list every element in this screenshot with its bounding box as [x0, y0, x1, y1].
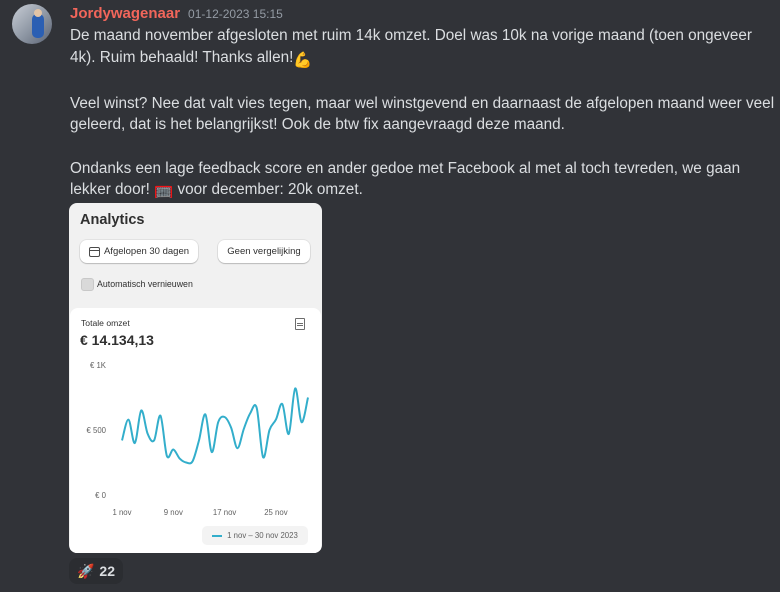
- avatar-figure: [32, 14, 44, 38]
- chart-legend: 1 nov – 30 nov 2023: [202, 526, 308, 545]
- message-text-3b: voor december: 20k omzet.: [177, 181, 363, 199]
- goal-net-emoji-icon: 🥅: [154, 184, 174, 202]
- metric-value: € 14.134,13: [80, 332, 154, 348]
- data-point: [211, 451, 213, 453]
- data-point: [179, 458, 181, 460]
- data-point: [307, 397, 309, 399]
- data-point: [262, 456, 264, 458]
- data-point: [281, 403, 283, 405]
- data-point: [185, 462, 187, 464]
- x-tick-label: 17 nov: [213, 508, 237, 517]
- data-point: [147, 433, 149, 435]
- data-point: [301, 421, 303, 423]
- analytics-screenshot-attachment[interactable]: Analytics Afgelopen 30 dagen Geen vergel…: [69, 203, 322, 553]
- x-tick-label: 25 nov: [264, 508, 288, 517]
- message-paragraph-2: Veel winst? Nee dat valt vies tegen, maa…: [70, 94, 775, 134]
- rocket-emoji-icon: 🚀: [76, 562, 95, 579]
- data-point: [230, 426, 232, 428]
- data-point: [198, 439, 200, 441]
- auto-refresh-checkbox[interactable]: [81, 278, 94, 291]
- comparison-label: Geen vergelijking: [227, 246, 301, 257]
- data-point: [134, 442, 136, 444]
- data-point: [192, 460, 194, 462]
- data-point: [256, 407, 258, 409]
- date-range-label: Afgelopen 30 dagen: [103, 246, 190, 257]
- y-tick-label: € 1K: [90, 361, 107, 370]
- message-header: Jordywagenaar 01-12-2023 15:15: [70, 5, 283, 27]
- timestamp[interactable]: 01-12-2023 15:15: [188, 7, 283, 21]
- reaction-count: 22: [99, 563, 115, 579]
- message-paragraph-1: De maand november afgesloten met ruim 14…: [70, 25, 775, 71]
- data-point: [121, 439, 123, 441]
- revenue-panel: Totale omzet € 14.134,13 € 0 € 500 € 1K 1 n…: [70, 308, 321, 553]
- x-tick-label: 9 nov: [164, 508, 183, 517]
- data-point: [224, 416, 226, 418]
- data-point: [243, 428, 245, 430]
- legend-swatch: [212, 534, 223, 537]
- data-point: [269, 429, 271, 431]
- message-text-1: De maand november afgesloten met ruim 14…: [70, 27, 752, 66]
- data-point: [127, 419, 129, 421]
- message-paragraph-3: Ondanks een lage feedback score en ander…: [70, 158, 775, 204]
- y-tick-label: € 500: [86, 426, 106, 435]
- revenue-line-chart: € 0 € 500 € 1K 1 nov 9 nov 17 nov 25 nov: [86, 361, 309, 517]
- data-point: [249, 412, 251, 414]
- data-point: [217, 421, 219, 423]
- data-point: [288, 433, 290, 435]
- date-range-button[interactable]: Afgelopen 30 dagen: [80, 240, 198, 263]
- message-body: De maand november afgesloten met ruim 14…: [70, 25, 775, 204]
- export-report-icon[interactable]: [295, 318, 305, 330]
- data-point: [166, 455, 168, 457]
- avatar-head: [34, 9, 42, 17]
- metric-label: Totale omzet: [81, 318, 130, 328]
- data-point: [153, 439, 155, 441]
- calendar-icon: [88, 246, 100, 257]
- flexed-biceps-emoji-icon: 💪: [293, 51, 313, 69]
- legend-label: 1 nov – 30 nov 2023: [227, 531, 298, 540]
- x-tick-label: 1 nov: [112, 508, 131, 517]
- comparison-button[interactable]: Geen vergelijking: [218, 240, 310, 263]
- data-point: [236, 447, 238, 449]
- data-point: [172, 449, 174, 451]
- revenue-series-line: [121, 387, 309, 465]
- data-point: [204, 413, 206, 415]
- data-point: [140, 410, 142, 412]
- data-point: [294, 387, 296, 389]
- username[interactable]: Jordywagenaar: [70, 5, 180, 22]
- analytics-title: Analytics: [80, 212, 145, 228]
- y-tick-label: € 0: [95, 491, 107, 500]
- reaction-rocket[interactable]: 🚀 22: [69, 558, 123, 584]
- data-point: [275, 419, 277, 421]
- data-point: [160, 415, 162, 417]
- user-avatar[interactable]: [12, 4, 52, 44]
- auto-refresh-label: Automatisch vernieuwen: [97, 279, 193, 289]
